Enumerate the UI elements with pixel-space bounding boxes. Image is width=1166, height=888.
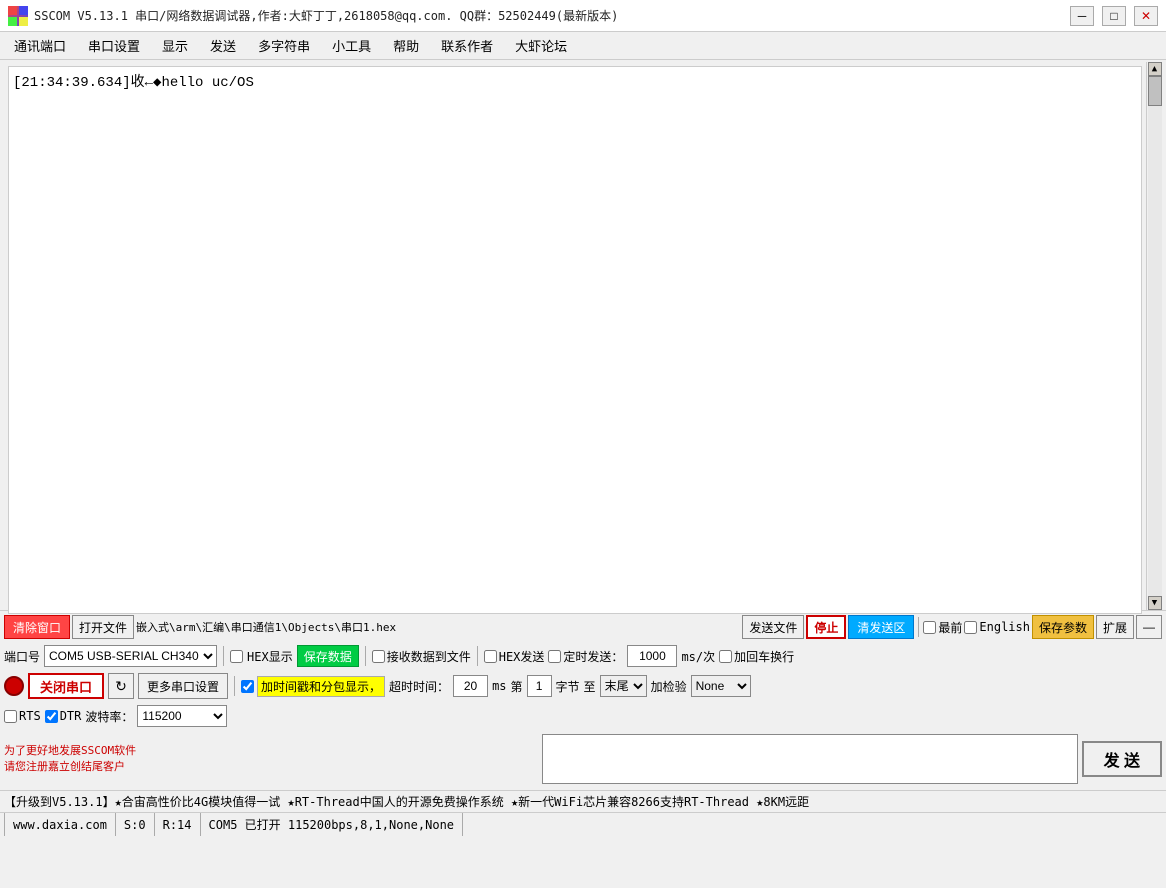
terminal-output: [21:34:39.634]收←◆hello uc/OS [8, 66, 1142, 614]
restore-button[interactable]: □ [1102, 6, 1126, 26]
scrollbar-up[interactable]: ▲ [1148, 62, 1162, 76]
file-path-label: 嵌入式\arm\汇编\串口通信1\Objects\串口1.hex [136, 619, 740, 635]
menu-tools[interactable]: 小工具 [322, 33, 381, 58]
save-params-button[interactable]: 保存参数 [1032, 615, 1094, 639]
menu-help[interactable]: 帮助 [383, 33, 429, 58]
hex-send-label[interactable]: HEX发送 [484, 648, 545, 665]
control-row4: RTS DTR 波特率： 115200 9600 38400 57600 230… [4, 703, 1162, 729]
separator5 [234, 676, 235, 696]
end-select[interactable]: 末尾 [600, 675, 647, 697]
rts-checkbox-label[interactable]: RTS [4, 709, 41, 723]
port-label: 端口号 [4, 648, 40, 665]
status-bar: www.daxia.com S:0 R:14 COM5 已打开 115200bp… [0, 812, 1166, 836]
hex-display-checkbox[interactable] [230, 650, 243, 663]
ticker-text: 【升级到V5.13.1】★合宙高性价比4G模块值得一试 ★RT-Thread中国… [4, 793, 809, 810]
separator1 [918, 617, 919, 637]
timestamp-checkbox[interactable] [241, 680, 254, 693]
byte-label: 字节 [556, 678, 580, 695]
timed-unit-label: ms/次 [681, 648, 715, 665]
dtr-checkbox-label[interactable]: DTR [45, 709, 82, 723]
english-checkbox-label[interactable]: English [964, 620, 1030, 634]
menu-serial-settings[interactable]: 串口设置 [78, 33, 150, 58]
control-area: 清除窗口 打开文件 嵌入式\arm\汇编\串口通信1\Objects\串口1.h… [0, 610, 1166, 790]
hex-display-label[interactable]: HEX显示 [230, 648, 293, 665]
menu-forum[interactable]: 大虾论坛 [505, 33, 577, 58]
stop-button[interactable]: 停止 [806, 615, 846, 639]
status-port-info: COM5 已打开 115200bps,8,1,None,None [201, 813, 464, 836]
port-select[interactable]: COM5 USB-SERIAL CH340 [44, 645, 217, 667]
expand-button[interactable]: 扩展 [1096, 615, 1134, 639]
checksum-label: 加检验 [651, 678, 687, 695]
ticker-bar: 【升级到V5.13.1】★合宙高性价比4G模块值得一试 ★RT-Thread中国… [0, 790, 1166, 812]
baud-select[interactable]: 115200 9600 38400 57600 230400 [137, 705, 227, 727]
timeout-unit: ms [492, 679, 506, 693]
baud-label: 波特率： [85, 708, 133, 725]
separator3 [365, 646, 366, 666]
timestamp-label: 加时间戳和分包显示， [257, 676, 385, 697]
last-checkbox[interactable] [923, 621, 936, 634]
close-button[interactable]: ✕ [1134, 6, 1158, 26]
promo-line2: 请您注册嘉立创结尾客户 [4, 759, 538, 774]
add-crlf-label[interactable]: 加回车换行 [719, 648, 794, 665]
to-label: 至 [584, 678, 596, 695]
last-checkbox-label[interactable]: 最前 [923, 619, 962, 636]
timestamp-checkbox-label[interactable]: 加时间戳和分包显示， [241, 676, 385, 697]
title-bar: SSCOM V5.13.1 串口/网络数据调试器,作者:大虾丁丁,2618058… [0, 0, 1166, 32]
menu-display[interactable]: 显示 [152, 33, 198, 58]
add-crlf-checkbox[interactable] [719, 650, 732, 663]
collapse-button[interactable]: — [1136, 615, 1162, 639]
terminal-content: [21:34:39.634]收←◆hello uc/OS [13, 75, 254, 91]
packet-num-input[interactable] [527, 675, 552, 697]
recv-to-file-checkbox[interactable] [372, 650, 385, 663]
menu-communications[interactable]: 通讯端口 [4, 33, 76, 58]
menu-send[interactable]: 发送 [200, 33, 246, 58]
refresh-button[interactable]: ↻ [108, 673, 134, 699]
send-button[interactable]: 发 送 [1082, 741, 1162, 777]
hex-send-checkbox[interactable] [484, 650, 497, 663]
control-row3: 关闭串口 ↻ 更多串口设置 加时间戳和分包显示， 超时时间： ms 第 字节 至… [4, 671, 1162, 701]
rts-checkbox[interactable] [4, 710, 17, 723]
dtr-checkbox[interactable] [45, 710, 58, 723]
clear-window-button[interactable]: 清除窗口 [4, 615, 70, 639]
timed-send-value[interactable] [627, 645, 677, 667]
separator2 [223, 646, 224, 666]
scrollbar-track[interactable] [1148, 76, 1162, 596]
window-title: SSCOM V5.13.1 串口/网络数据调试器,作者:大虾丁丁,2618058… [34, 7, 618, 24]
more-settings-button[interactable]: 更多串口设置 [138, 673, 228, 699]
english-checkbox[interactable] [964, 621, 977, 634]
timed-send-checkbox[interactable] [548, 650, 561, 663]
control-row5: 为了更好地发展SSCOM软件 请您注册嘉立创结尾客户 发 送 [4, 731, 1162, 786]
clear-send-button[interactable]: 清发送区 [848, 615, 914, 639]
timed-send-label[interactable]: 定时发送： [548, 648, 623, 665]
scrollbar-down[interactable]: ▼ [1148, 596, 1162, 610]
record-icon [4, 676, 24, 696]
terminal-scrollbar[interactable]: ▲ ▼ [1146, 62, 1162, 610]
send-file-button[interactable]: 发送文件 [742, 615, 804, 639]
promo-line1: 为了更好地发展SSCOM软件 [4, 743, 538, 758]
open-file-button[interactable]: 打开文件 [72, 615, 134, 639]
scrollbar-thumb[interactable] [1148, 76, 1162, 106]
menu-bar: 通讯端口 串口设置 显示 发送 多字符串 小工具 帮助 联系作者 大虾论坛 [0, 32, 1166, 60]
status-website: www.daxia.com [4, 813, 116, 836]
app-icon [8, 6, 28, 26]
packet-label: 第 [511, 678, 523, 695]
send-input[interactable] [542, 734, 1078, 784]
promo-text: 为了更好地发展SSCOM软件 请您注册嘉立创结尾客户 [4, 743, 538, 774]
minimize-button[interactable]: ─ [1070, 6, 1094, 26]
checksum-select[interactable]: None [691, 675, 751, 697]
close-port-button[interactable]: 关闭串口 [28, 673, 104, 699]
menu-multistring[interactable]: 多字符串 [248, 33, 320, 58]
recv-to-file-label[interactable]: 接收数据到文件 [372, 648, 471, 665]
save-data-button[interactable]: 保存数据 [297, 645, 359, 667]
timeout-label: 超时时间： [389, 678, 449, 695]
control-row1: 清除窗口 打开文件 嵌入式\arm\汇编\串口通信1\Objects\串口1.h… [4, 613, 1162, 641]
status-s-value: S:0 [116, 813, 155, 836]
separator4 [477, 646, 478, 666]
menu-contact[interactable]: 联系作者 [431, 33, 503, 58]
control-row2: 端口号 COM5 USB-SERIAL CH340 HEX显示 保存数据 接收数… [4, 643, 1162, 669]
timeout-input[interactable] [453, 675, 488, 697]
status-r-value: R:14 [155, 813, 201, 836]
